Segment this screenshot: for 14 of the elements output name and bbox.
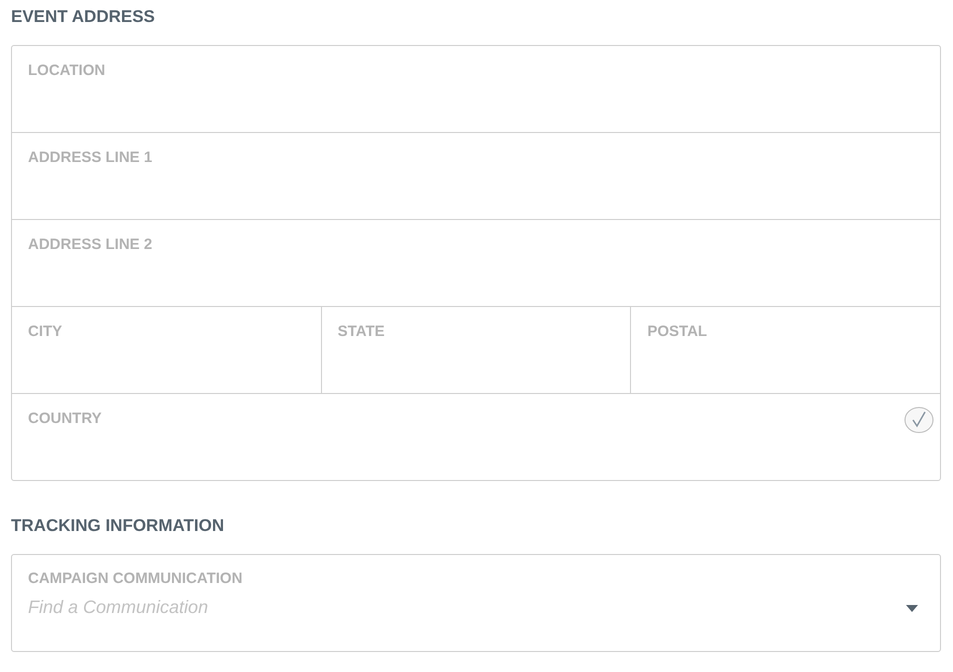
section-heading: TRACKING INFORMATION: [11, 515, 226, 537]
field-label: POSTAL: [647, 322, 708, 342]
caret-icon: [906, 605, 918, 612]
field-label: STATE: [338, 322, 385, 342]
field-label: LOCATION: [28, 61, 106, 81]
section-heading: EVENT ADDRESS: [11, 6, 156, 28]
input-field[interactable]: STATE: [320, 307, 630, 393]
field-label: CAMPAIGN COMMUNICATION: [28, 569, 242, 589]
field-label: ADDRESS LINE 1: [28, 148, 152, 168]
field-label: CITY: [28, 322, 62, 342]
field-label: ADDRESS LINE 2: [28, 235, 152, 255]
field-label: COUNTRY: [28, 409, 102, 429]
dropdown-field[interactable]: CAMPAIGN COMMUNICATION Find a Communication: [11, 554, 941, 652]
search-input[interactable]: Find a Communication: [28, 592, 898, 622]
